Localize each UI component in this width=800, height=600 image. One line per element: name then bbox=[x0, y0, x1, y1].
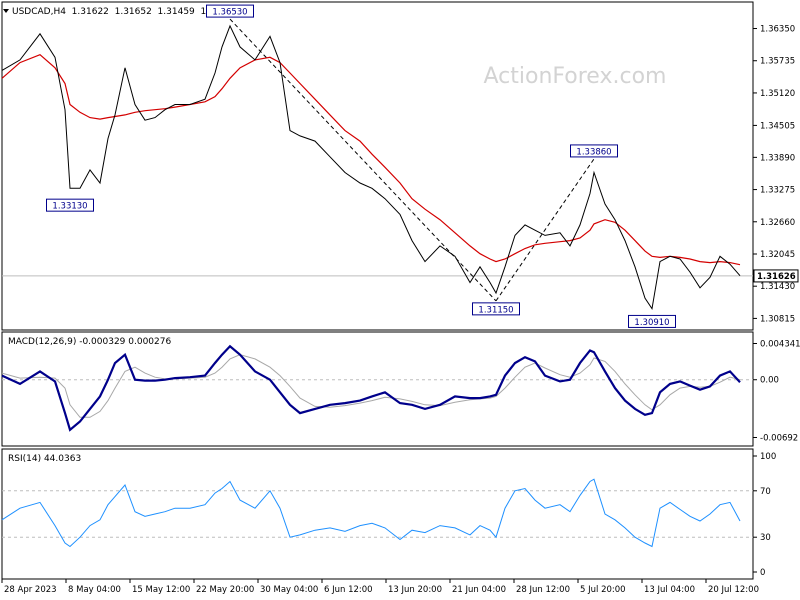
time-tick-label: 8 May 04:00 bbox=[68, 585, 121, 595]
price-tick-label: 1.33890 bbox=[760, 153, 795, 163]
price-tick-label: 1.30815 bbox=[760, 314, 795, 324]
price-panel-title: USDCAD,H4 1.31622 1.31652 1.31459 1.3162… bbox=[12, 7, 238, 17]
price-annotation-label: 1.33860 bbox=[576, 147, 611, 157]
time-tick-label: 21 Jun 04:00 bbox=[452, 585, 506, 595]
time-tick-label: 22 May 20:00 bbox=[196, 585, 254, 595]
macd-panel: MACD(12,26,9) -0.000329 0.000276 0.00434… bbox=[1, 331, 800, 447]
price-tick-label: 1.32045 bbox=[760, 250, 795, 260]
current-price-label: 1.31626 bbox=[757, 272, 796, 282]
rsi-tick-label: 100 bbox=[760, 452, 776, 462]
price-tick-label: 1.33275 bbox=[760, 186, 795, 196]
time-tick-label: 6 Jun 12:00 bbox=[324, 585, 373, 595]
time-tick-label: 13 Jun 20:00 bbox=[388, 585, 442, 595]
time-tick-label: 30 May 04:00 bbox=[260, 585, 318, 595]
macd-panel-title: MACD(12,26,9) -0.000329 0.000276 bbox=[8, 337, 171, 347]
rsi-tick-label: 0 bbox=[760, 568, 765, 578]
price-annotation-label: 1.36530 bbox=[212, 8, 247, 18]
watermark: ActionForex.com bbox=[484, 64, 667, 89]
price-tick-label: 1.36350 bbox=[760, 25, 795, 35]
forex-chart: ActionForex.com USDCAD,H4 1.31622 1.3165… bbox=[0, 0, 800, 600]
price-tick-label: 1.35120 bbox=[760, 89, 795, 99]
price-tick-label: 1.32660 bbox=[760, 218, 795, 228]
rsi-tick-label: 30 bbox=[760, 533, 771, 543]
price-tick-label: 1.34505 bbox=[760, 121, 795, 131]
rsi-tick-label: 70 bbox=[760, 487, 771, 497]
macd-tick-label: -0.00692 bbox=[760, 433, 798, 443]
time-tick-label: 20 Jul 12:00 bbox=[708, 585, 759, 595]
macd-tick-label: 0.00 bbox=[760, 376, 779, 386]
price-annotation-label: 1.31150 bbox=[478, 305, 513, 315]
price-panel: ActionForex.com USDCAD,H4 1.31622 1.3165… bbox=[1, 1, 799, 331]
rsi-panel-title: RSI(14) 44.0363 bbox=[8, 454, 81, 464]
time-tick-label: 15 May 12:00 bbox=[132, 585, 190, 595]
time-tick-label: 13 Jul 04:00 bbox=[644, 585, 695, 595]
time-tick-label: 28 Jun 12:00 bbox=[516, 585, 570, 595]
price-annotation-label: 1.30910 bbox=[634, 318, 669, 328]
time-tick-label: 5 Jul 20:00 bbox=[580, 585, 626, 595]
time-tick-label: 28 Apr 2023 bbox=[4, 585, 57, 595]
rsi-panel: RSI(14) 44.0363 100 70 30 0 bbox=[1, 448, 776, 580]
price-annotation-label: 1.33130 bbox=[52, 202, 87, 212]
price-tick-label: 1.31430 bbox=[760, 282, 795, 292]
macd-tick-label: 0.004341 bbox=[760, 340, 800, 350]
price-tick-label: 1.35735 bbox=[760, 57, 795, 67]
